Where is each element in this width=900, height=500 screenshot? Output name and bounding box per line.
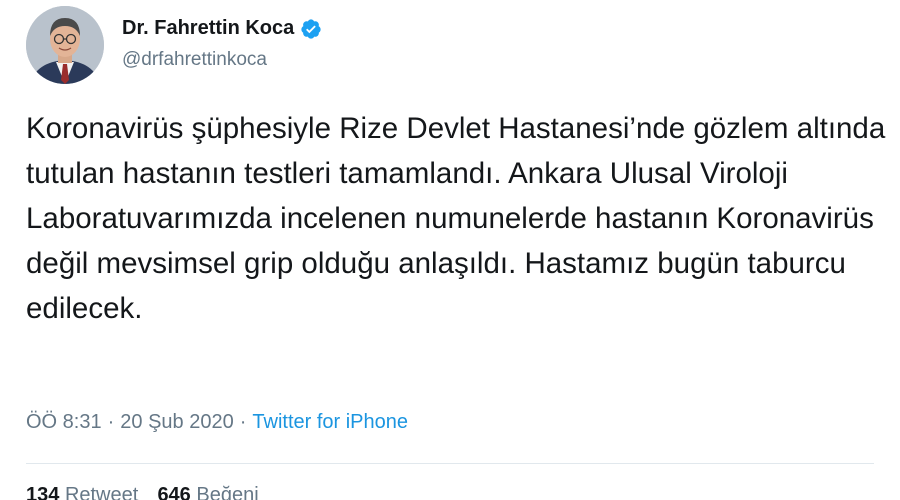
likes-count: 646 [157,484,191,500]
author-name-row[interactable]: Dr. Fahrettin Koca [122,17,322,40]
tweet-time[interactable]: ÖÖ 8:31 [26,411,102,434]
tweet-source-link[interactable]: Twitter for iPhone [252,411,408,434]
author-handle[interactable]: @drfahrettinkoca [122,49,267,71]
meta-separator: · [239,411,247,433]
likes-stat[interactable]: 646 Beğeni [146,484,258,500]
avatar[interactable] [26,6,104,84]
tweet-card: Dr. Fahrettin Koca @drfahrettinkoca Koro… [0,0,900,500]
retweets-label: Retweet [64,484,139,500]
meta-separator: · [107,411,115,433]
verified-badge-icon [300,18,322,40]
tweet-text: Koronavirüs şüphesiyle Rize Devlet Hasta… [26,112,886,325]
tweet-stats: 134 Retweet 646 Beğeni [26,484,259,500]
tweet-date[interactable]: 20 Şub 2020 [120,411,233,434]
tweet-meta: ÖÖ 8:31 · 20 Şub 2020 · Twitter for iPho… [26,411,408,434]
avatar-photo-icon [26,6,104,84]
retweets-stat[interactable]: 134 Retweet [26,484,138,500]
divider [26,463,874,464]
likes-label: Beğeni [196,484,259,500]
retweets-count: 134 [26,484,60,500]
author-display-name[interactable]: Dr. Fahrettin Koca [122,17,294,40]
